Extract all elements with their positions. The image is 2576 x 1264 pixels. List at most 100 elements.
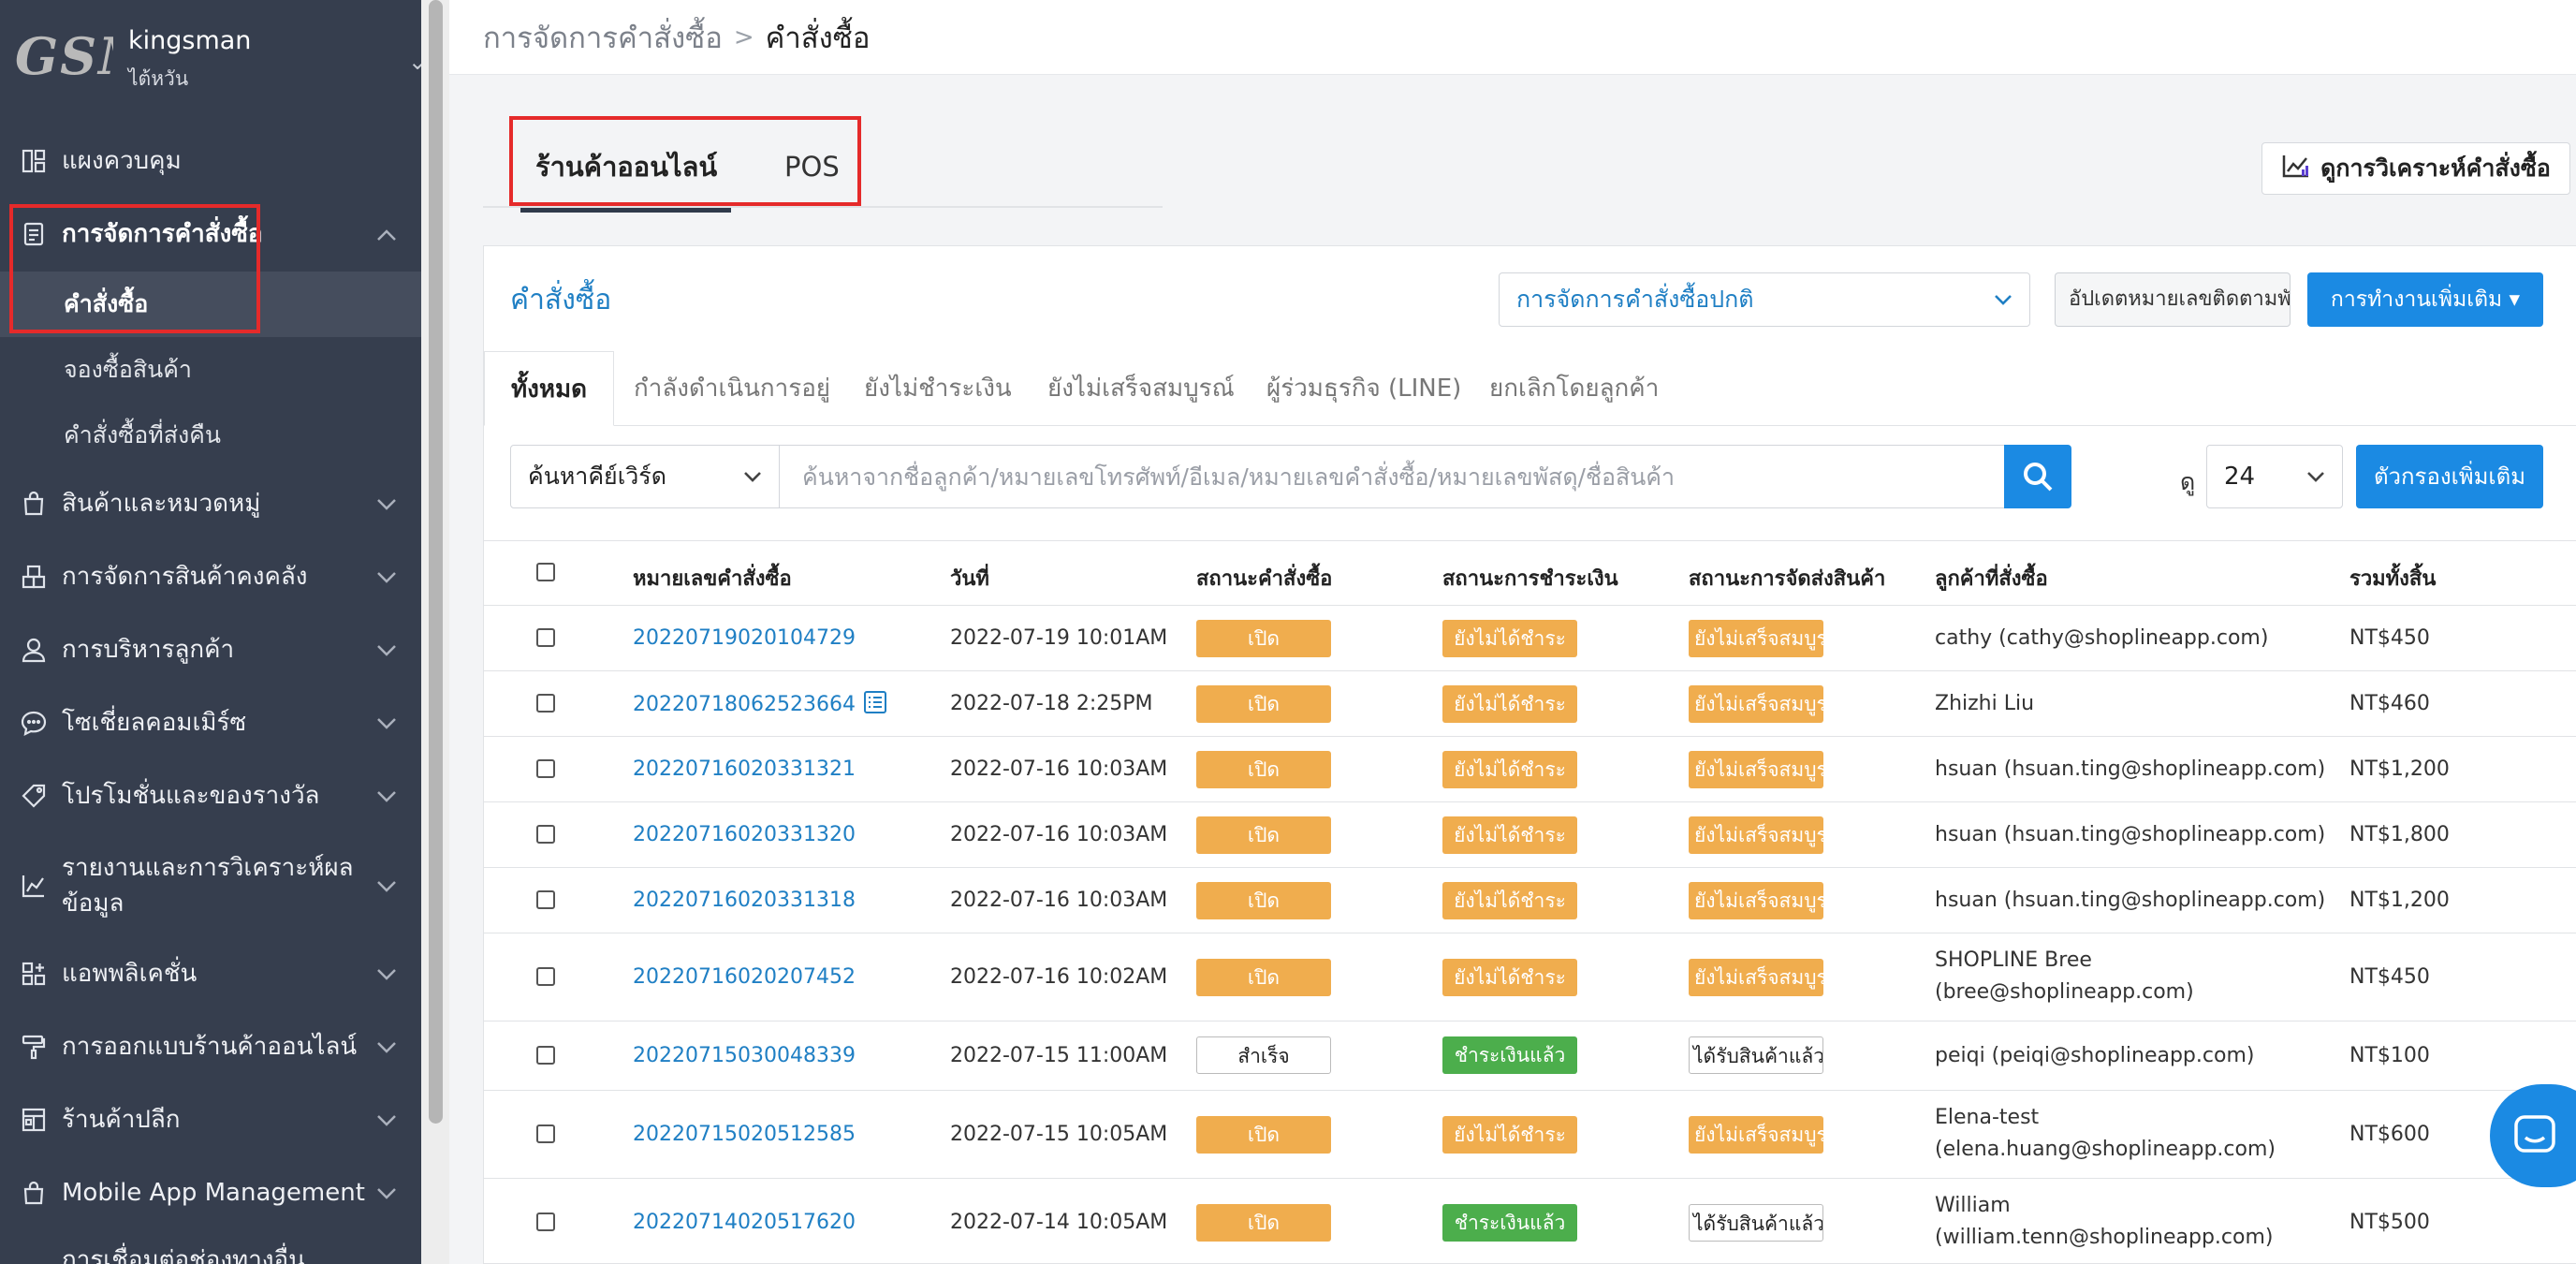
order-total: NT$460 (2349, 692, 2430, 715)
store-logo: GSM (15, 26, 113, 86)
chevron-down-icon (373, 872, 401, 900)
customer-email: (elena.huang@shoplineapp.com) (1935, 1138, 2276, 1161)
order-number-link[interactable]: 20220716020331318 (633, 889, 856, 912)
order-number-link[interactable]: 20220719020104729 (633, 626, 856, 650)
sidebar-scrollbar[interactable] (421, 0, 449, 1264)
order-total: NT$1,200 (2349, 889, 2450, 912)
header-date: วันที่ (950, 567, 989, 591)
customer-name: hsuan (hsuan.ting@shoplineapp.com) (1935, 757, 2326, 781)
order-total: NT$600 (2349, 1123, 2430, 1146)
more-actions-button[interactable]: การทำงานเพิ่มเติม ▾ (2307, 272, 2543, 327)
tab-incomplete[interactable]: ยังไม่เสร็จสมบูรณ์ (1047, 351, 1235, 426)
order-number-link[interactable]: 20220718062523664 (633, 693, 856, 716)
order-flow-value: การจัดการคำสั่งซื้อปกติ (1516, 286, 1754, 313)
chevron-down-icon (373, 636, 401, 664)
payment-status-badge: ยังไม่ได้ชำระ (1442, 685, 1577, 723)
sidebar-subitem-returns[interactable]: คำสั่งซื้อที่ส่งคืน (0, 403, 421, 468)
row-checkbox[interactable] (536, 1046, 555, 1065)
tab-unpaid[interactable]: ยังไม่ชำระเงิน (864, 351, 1012, 426)
sidebar-item-order-management[interactable]: การจัดการคำสั่งซื้อ (0, 215, 421, 253)
update-tracking-button[interactable]: อัปเดตหมายเลขติดตามพัสดุ (2055, 272, 2291, 327)
sidebar-item-social-commerce[interactable]: โซเชี่ยลคอมเมิร์ซ (0, 704, 421, 742)
order-status-tabs: ทั้งหมด กำลังดำเนินการอยู่ ยังไม่ชำระเงิ… (484, 351, 2576, 426)
order-number-link[interactable]: 20220716020207452 (633, 965, 856, 989)
order-flow-select[interactable]: การจัดการคำสั่งซื้อปกติ (1499, 272, 2030, 327)
header-payment-status: สถานะการชำระเงิน (1442, 567, 1618, 591)
tab-in-progress[interactable]: กำลังดำเนินการอยู่ (634, 351, 830, 426)
row-checkbox[interactable] (536, 890, 555, 909)
sidebar-item-inventory[interactable]: การจัดการสินค้าคงคลัง (0, 558, 421, 595)
header-order-status: สถานะคำสั่งซื้อ (1196, 567, 1333, 591)
order-status-badge: เปิด (1196, 816, 1331, 854)
chevron-down-icon (373, 1033, 401, 1061)
search-button[interactable] (2004, 445, 2071, 508)
breadcrumb: การจัดการคำสั่งซื้อ > คำสั่งซื้อ (449, 0, 2576, 75)
order-number-link[interactable]: 20220715030048339 (633, 1044, 856, 1067)
sidebar-item-label: การจัดการสินค้าคงคลัง (62, 563, 308, 591)
chevron-down-icon (373, 1179, 401, 1207)
row-checkbox[interactable] (536, 825, 555, 844)
sidebar-item-label: ร้านค้าปลีก (62, 1106, 181, 1134)
tab-all[interactable]: ทั้งหมด (484, 351, 614, 426)
sidebar-item-store-design[interactable]: การออกแบบร้านค้าออนไลน์ (0, 1028, 421, 1066)
tab-cancelled-by-customer[interactable]: ยกเลิกโดยลูกค้า (1489, 351, 1659, 426)
breadcrumb-parent[interactable]: การจัดการคำสั่งซื้อ (483, 14, 723, 61)
payment-status-badge: ยังไม่ได้ชำระ (1442, 1116, 1577, 1154)
order-analytics-button[interactable]: ดูการวิเคราะห์คำสั่งซื้อ (2261, 142, 2570, 195)
table-row: 20220714020517620 2022-07-14 10:05AM เปิ… (484, 1179, 2576, 1264)
delivery-status-badge: ยังไม่เสร็จสมบูรณ์ (1689, 685, 1823, 723)
row-checkbox[interactable] (536, 1213, 555, 1231)
sidebar-item-label: การออกแบบร้านค้าออนไลน์ (62, 1033, 358, 1061)
link-icon (17, 1246, 51, 1264)
sidebar-item-promotions[interactable]: โปรโมชั่นและของรางวัล (0, 777, 421, 815)
sidebar-item-customers[interactable]: การบริหารลูกค้า (0, 631, 421, 669)
order-status-badge: เปิด (1196, 1116, 1331, 1154)
order-number-link[interactable]: 20220716020331321 (633, 757, 856, 781)
search-input[interactable] (780, 445, 2021, 508)
payment-status-badge: ชำระเงินแล้ว (1442, 1204, 1577, 1242)
row-checkbox[interactable] (536, 1124, 555, 1143)
search-keyword-select[interactable]: ค้นหาคีย์เวิร์ด (510, 445, 780, 508)
sidebar-item-label: การจัดการคำสั่งซื้อ (62, 220, 263, 248)
tab-pos[interactable]: POS (784, 131, 840, 215)
order-status-badge: เปิด (1196, 685, 1331, 723)
select-all-checkbox[interactable] (536, 563, 555, 581)
chevron-down-icon (744, 472, 761, 482)
more-filters-button[interactable]: ตัวกรองเพิ่มเติม (2356, 445, 2543, 508)
scrollbar-thumb[interactable] (429, 0, 443, 1124)
table-row: 20220716020331321 2022-07-16 10:03AM เปิ… (484, 737, 2576, 802)
sidebar-subitem-orders[interactable]: คำสั่งซื้อ (0, 272, 421, 337)
order-number-link[interactable]: 20220716020331320 (633, 823, 856, 846)
order-date: 2022-07-15 10:05AM (950, 1123, 1168, 1146)
order-status-badge: เปิด (1196, 1204, 1331, 1242)
row-checkbox[interactable] (536, 759, 555, 778)
dashboard-icon (17, 147, 51, 175)
per-page-label: ดู (2180, 468, 2196, 495)
sidebar-item-dashboard[interactable]: แผงควบคุม (0, 142, 421, 180)
order-note-icon[interactable] (863, 690, 887, 720)
table-row: 20220718062523664 2022-07-18 2:25PM เปิด… (484, 671, 2576, 737)
row-checkbox[interactable] (536, 628, 555, 647)
sidebar-item-mobile-app[interactable]: Mobile App Management (0, 1174, 421, 1212)
tab-affiliate-line[interactable]: ผู้ร่วมธุรกิจ (LINE) (1266, 351, 1461, 426)
sidebar-item-retail-store[interactable]: ร้านค้าปลีก (0, 1101, 421, 1139)
store-switcher[interactable]: GSM kingsman ไต้หวัน ⌄ (0, 0, 421, 122)
sidebar-item-reports[interactable]: รายงานและการวิเคราะห์ผลข้อมูล (0, 848, 421, 923)
row-checkbox[interactable] (536, 694, 555, 713)
row-checkbox[interactable] (536, 967, 555, 986)
order-number-link[interactable]: 20220715020512585 (633, 1123, 856, 1146)
delivery-status-badge: ยังไม่เสร็จสมบูรณ์ (1689, 620, 1823, 657)
sidebar-item-label: การบริหารลูกค้า (62, 636, 235, 664)
order-date: 2022-07-18 2:25PM (950, 692, 1153, 715)
customer-name: SHOPLINE Bree (1935, 948, 2092, 972)
delivery-status-badge: ได้รับสินค้าแล้ว (1689, 1204, 1823, 1242)
order-number-link[interactable]: 20220714020517620 (633, 1211, 856, 1234)
search-icon (2024, 463, 2053, 492)
tab-online-store[interactable]: ร้านค้าออนไลน์ (535, 131, 717, 215)
sidebar-subitem-preorders[interactable]: จองซื้อสินค้า (0, 337, 421, 403)
sidebar-item-channel-integration[interactable]: การเชื่อมต่อช่องทางอื่น (0, 1242, 421, 1264)
sidebar-item-products[interactable]: สินค้าและหมวดหมู่ (0, 485, 421, 522)
sidebar-item-apps[interactable]: แอพพลิเคชั่น (0, 955, 421, 992)
per-page-select[interactable]: 24 (2206, 445, 2343, 508)
payment-status-badge: ยังไม่ได้ชำระ (1442, 959, 1577, 996)
